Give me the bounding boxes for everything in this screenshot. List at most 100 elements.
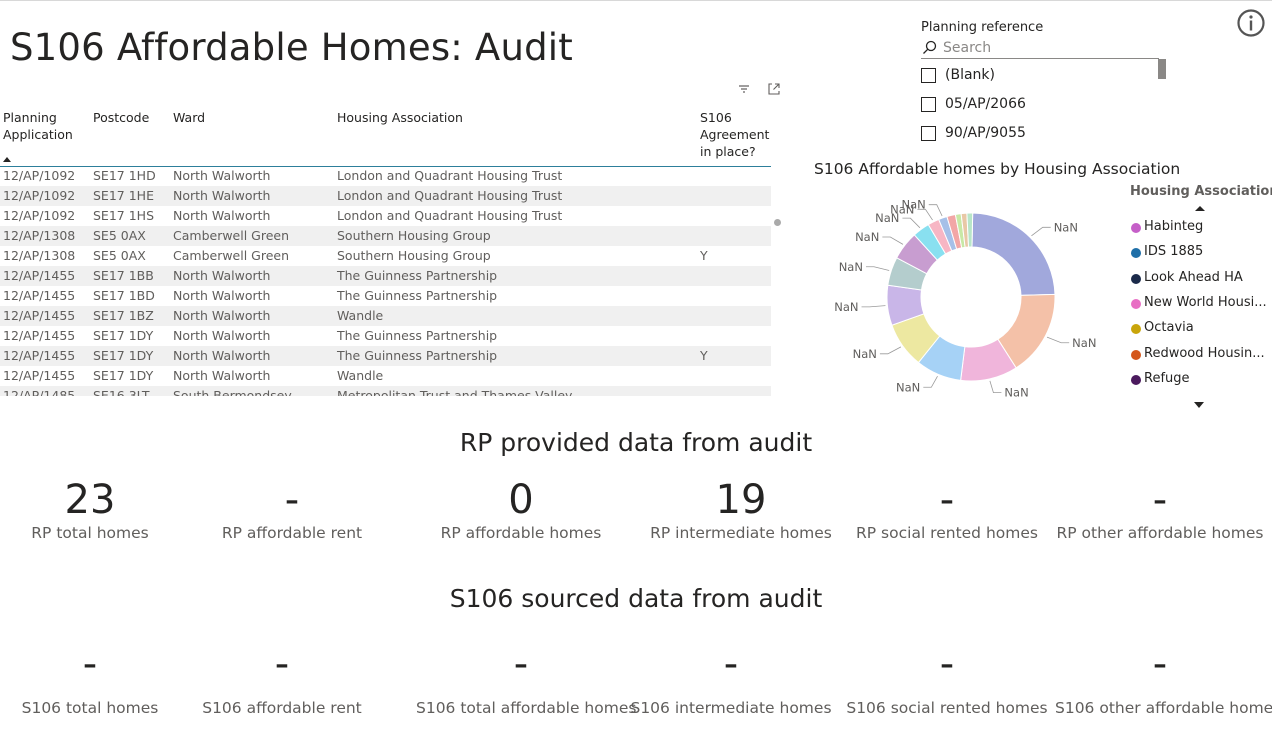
cell-planning-application: 12/AP/1308 (3, 248, 76, 263)
rp-kpi-card: - RP affordable rent (187, 476, 397, 542)
cell-postcode: SE5 0AX (93, 248, 146, 263)
legend-label: Redwood Housin... (1144, 345, 1265, 361)
slicer-scrollbar[interactable] (1158, 59, 1166, 79)
cell-postcode: SE17 1HE (93, 188, 154, 203)
cell-planning-application: 12/AP/1455 (3, 328, 76, 343)
cell-planning-application: 12/AP/1092 (3, 168, 76, 183)
donut-data-label: NaN (1054, 220, 1078, 234)
rp-kpi-card: - RP other affordable homes (1055, 476, 1265, 542)
legend-marker (1131, 223, 1141, 233)
column-header-postcode[interactable]: Postcode (93, 109, 163, 126)
table-row[interactable]: 12/AP/1308 SE5 0AX Camberwell Green Souther… (0, 226, 771, 246)
legend-marker (1131, 298, 1141, 309)
column-header-planning-application[interactable]: Planning Application (3, 109, 83, 143)
kpi-value: 19 (715, 477, 767, 523)
cell-planning-application: 12/AP/1455 (3, 288, 76, 303)
kpi-value: - (274, 641, 290, 687)
cell-housing-association: Wandle (337, 308, 384, 323)
cell-s106-agreement: Y (700, 248, 708, 263)
cell-housing-association: Southern Housing Group (337, 248, 491, 263)
sort-ascending-icon (3, 157, 11, 162)
table-row[interactable]: 12/AP/1308 SE5 0AX Camberwell Green Souther… (0, 246, 771, 266)
legend-marker (1131, 374, 1141, 385)
kpi-label: S106 other affordable homes (1055, 699, 1272, 717)
cell-planning-application: 12/AP/1485 (3, 388, 76, 396)
donut-data-label: NaN (834, 300, 858, 314)
donut-data-label: NaN (1072, 336, 1096, 350)
cell-ward: North Walworth (173, 268, 271, 283)
kpi-value: - (1152, 641, 1168, 687)
legend-scroll-down-icon[interactable] (1194, 402, 1204, 408)
cell-ward: North Walworth (173, 208, 271, 223)
kpi-value: - (82, 641, 98, 687)
slicer-search-box[interactable]: Search (921, 38, 1159, 59)
focus-mode-icon[interactable] (766, 81, 782, 97)
table-row[interactable]: 12/AP/1455 SE17 1DY North Walworth Wandle (0, 366, 771, 386)
cell-housing-association: The Guinness Partnership (337, 288, 498, 303)
rp-kpi-card: - RP social rented homes (842, 476, 1052, 542)
cell-housing-association: The Guinness Partnership (337, 348, 498, 363)
donut-data-label: NaN (1004, 386, 1028, 400)
cell-housing-association: Wandle (337, 368, 384, 383)
donut-legend: Housing Association Habinteg IDS 1885 Look… (1130, 184, 1272, 414)
table-row[interactable]: 12/AP/1485 SE16 3LT South Bermondsey Metrop… (0, 386, 771, 396)
cell-housing-association: Southern Housing Group (337, 228, 491, 243)
data-label-leader (879, 346, 902, 355)
search-icon (921, 39, 939, 57)
donut-chart-title: S106 Affordable homes by Housing Associa… (814, 160, 1181, 178)
table-row[interactable]: 12/AP/1092 SE17 1HS North Walworth London a… (0, 206, 771, 226)
legend-label: New World Housi... (1144, 294, 1267, 310)
table-header: Planning Application Postcode Ward Housi… (0, 106, 771, 167)
slicer-option-label: 90/AP/9055 (945, 125, 1026, 141)
table-row[interactable]: 12/AP/1092 SE17 1HE North Walworth London a… (0, 186, 771, 206)
data-label-leader (1046, 336, 1070, 344)
donut-slice[interactable] (971, 212, 1056, 296)
legend-marker (1131, 273, 1141, 284)
data-label-leader (882, 236, 904, 245)
s106-kpi-card: - S106 total homes (0, 640, 195, 717)
table-row[interactable]: 12/AP/1455 SE17 1BD North Walworth The Guin… (0, 286, 771, 306)
legend-title: Housing Association (1130, 184, 1272, 199)
column-header-ward[interactable]: Ward (173, 109, 313, 126)
kpi-label: RP other affordable homes (1056, 524, 1264, 542)
cell-ward: South Bermondsey (173, 388, 292, 396)
cell-postcode: SE17 1BZ (93, 308, 154, 323)
cell-planning-application: 12/AP/1455 (3, 308, 76, 323)
column-header-s106-agreement[interactable]: S106 Agreement in place? (700, 109, 771, 160)
table-row[interactable]: 12/AP/1455 SE17 1DY North Walworth The Guin… (0, 346, 771, 366)
slicer-option-label: (Blank) (945, 67, 995, 83)
kpi-label: RP total homes (31, 524, 149, 542)
s106-section-title: S106 sourced data from audit (449, 584, 823, 613)
s106-kpi-card: - S106 social rented homes (842, 640, 1052, 717)
cell-postcode: SE16 3LT (93, 388, 150, 396)
column-header-housing-association[interactable]: Housing Association (337, 109, 637, 126)
cell-postcode: SE17 1HD (93, 168, 156, 183)
checkbox[interactable] (921, 97, 936, 112)
table-row[interactable]: 12/AP/1092 SE17 1HD North Walworth London a… (0, 166, 771, 186)
checkbox[interactable] (921, 68, 936, 83)
data-label-leader (989, 380, 1002, 394)
filter-icon[interactable] (736, 81, 752, 97)
kpi-label: S106 affordable rent (202, 699, 362, 717)
kpi-label: RP affordable rent (221, 524, 363, 542)
checkbox[interactable] (921, 126, 936, 141)
slicer-search-placeholder: Search (943, 40, 992, 56)
table-row[interactable]: 12/AP/1455 SE17 1BB North Walworth The Guin… (0, 266, 771, 286)
cell-ward: North Walworth (173, 328, 271, 343)
table-scrollbar[interactable] (774, 219, 781, 226)
s106-kpi-card: - S106 other affordable homes (1055, 640, 1272, 717)
table-row[interactable]: 12/AP/1455 SE17 1BZ North Walworth Wandle (0, 306, 771, 326)
top-border (0, 0, 1272, 1)
info-icon[interactable] (1236, 8, 1266, 38)
kpi-label: S106 total affordable homes (416, 699, 637, 717)
cell-housing-association: London and Quadrant Housing Trust (337, 188, 563, 203)
s106-kpi-card: - S106 total affordable homes (416, 640, 637, 717)
donut-chart[interactable]: NaNNaNNaNNaNNaNNaNNaNNaNNaNNaNNaN (820, 184, 1120, 404)
kpi-value: - (723, 641, 739, 687)
kpi-label: RP social rented homes (856, 524, 1038, 542)
table-row[interactable]: 12/AP/1455 SE17 1DY North Walworth The Guin… (0, 326, 771, 346)
kpi-value: - (513, 641, 529, 687)
legend-scroll-up-icon[interactable] (1195, 206, 1205, 211)
cell-postcode: SE17 1HS (93, 208, 154, 223)
cell-planning-application: 12/AP/1092 (3, 188, 76, 203)
